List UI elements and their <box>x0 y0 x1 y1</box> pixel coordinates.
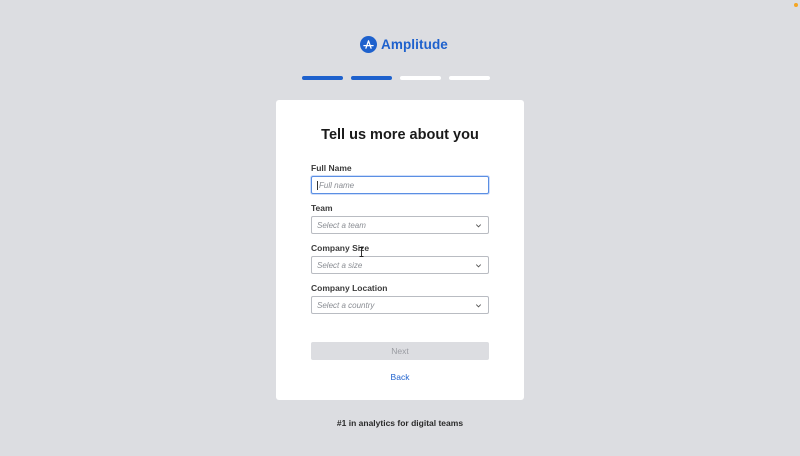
company-location-label: Company Location <box>311 283 388 293</box>
full-name-field: Full Name Full name <box>311 163 489 194</box>
brand-name: Amplitude <box>381 36 448 52</box>
progress-step-4 <box>449 76 490 80</box>
company-location-select[interactable]: Select a country <box>311 296 489 314</box>
company-size-label: Company Size <box>311 243 370 253</box>
chevron-down-icon <box>475 223 482 227</box>
company-size-select[interactable]: Select a size <box>311 256 489 274</box>
team-select[interactable]: Select a team <box>311 216 489 234</box>
next-button[interactable]: Next <box>311 342 489 360</box>
team-field: Team Select a team <box>311 203 489 234</box>
full-name-label: Full Name <box>311 163 352 173</box>
team-placeholder: Select a team <box>317 220 366 230</box>
full-name-placeholder: Full name <box>319 180 355 190</box>
page-title: Tell us more about you <box>321 127 479 143</box>
team-label: Team <box>311 203 333 213</box>
full-name-input[interactable]: Full name <box>311 176 489 194</box>
chevron-down-icon <box>475 303 482 307</box>
notification-dot <box>794 3 798 7</box>
company-location-field: Company Location Select a country <box>311 283 489 314</box>
onboarding-card: Tell us more about you Full Name Full na… <box>276 100 524 400</box>
progress-step-2 <box>351 76 392 80</box>
amplitude-a-icon <box>360 35 377 53</box>
text-caret <box>317 180 318 190</box>
chevron-down-icon <box>475 263 482 267</box>
progress-steps <box>302 76 490 80</box>
back-link[interactable]: Back <box>276 372 524 382</box>
company-location-placeholder: Select a country <box>317 300 375 310</box>
progress-step-3 <box>400 76 441 80</box>
company-size-field: Company Size Select a size <box>311 243 489 274</box>
amplitude-logo: Amplitude <box>360 34 448 54</box>
footer-tagline: #1 in analytics for digital teams <box>336 418 464 428</box>
company-size-placeholder: Select a size <box>317 260 363 270</box>
progress-step-1 <box>302 76 343 80</box>
text-cursor-icon <box>359 247 364 257</box>
